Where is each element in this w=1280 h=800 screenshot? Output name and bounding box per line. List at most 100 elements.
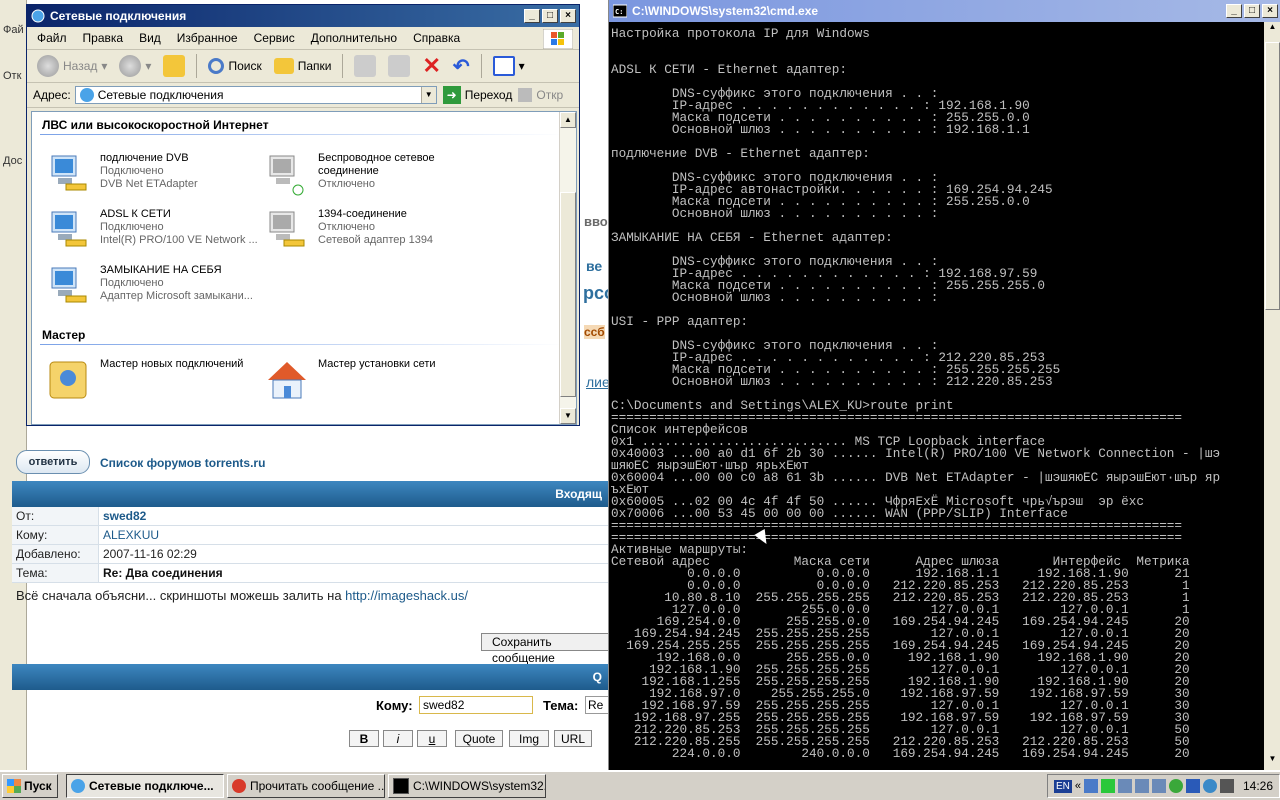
start-button[interactable]: Пуск xyxy=(2,774,58,798)
wizard-name: Мастер новых подключений xyxy=(100,358,244,370)
minimize-button[interactable]: _ xyxy=(1226,4,1242,18)
console-output[interactable]: Настройка протокола IP для Windows ADSL … xyxy=(611,28,1256,766)
connection-name: Беспроводное сетевое соединение xyxy=(318,152,435,177)
explorer-menubar: Файл Правка Вид Избранное Сервис Дополни… xyxy=(27,27,579,50)
message-body-text: Всё сначала объясни... скриншоты можешь … xyxy=(16,588,346,603)
console-icon: C: xyxy=(613,4,627,18)
close-button[interactable]: × xyxy=(1262,4,1278,18)
connection-status: Подключено xyxy=(100,277,164,289)
scroll-thumb[interactable] xyxy=(560,192,576,397)
task-read-message[interactable]: Прочитать сообщение ... xyxy=(227,774,385,798)
move-to-button[interactable] xyxy=(350,53,380,79)
open-label: Откр xyxy=(536,88,564,102)
to-value[interactable]: ALEXKUU xyxy=(98,525,610,545)
from-value[interactable]: swed82 xyxy=(98,507,610,526)
connection-loopback[interactable]: ЗАМЫКАНИЕ НА СЕБЯ Подключено Адаптер Micro… xyxy=(46,264,253,310)
connection-wireless[interactable]: Беспроводное сетевое соединение Отключено xyxy=(264,152,458,198)
group-wizard-heading: Мастер xyxy=(42,328,86,342)
connection-dvb[interactable]: подлючение DVB Подключено DVB Net ETAdapte… xyxy=(46,152,198,198)
tray-icon[interactable] xyxy=(1117,779,1132,793)
network-setup-wizard[interactable]: Мастер установки сети xyxy=(264,358,436,404)
menu-favorites[interactable]: Избранное xyxy=(177,31,238,45)
save-message-button[interactable]: Сохранить сообщение xyxy=(481,633,610,665)
subject-label: Тема: xyxy=(12,563,99,583)
reply-to-input[interactable] xyxy=(419,696,533,714)
tray-icon[interactable] xyxy=(1185,779,1200,793)
cmd-titlebar[interactable]: C: C:\WINDOWS\system32\cmd.exe _ □ × xyxy=(609,0,1280,22)
scroll-up-icon[interactable]: ▲ xyxy=(560,112,576,128)
reply-subject-label: Тема: xyxy=(543,698,579,713)
peek-link[interactable]: лие xyxy=(586,374,610,390)
task-cmd[interactable]: C:\WINDOWS\system32... xyxy=(388,774,546,798)
connection-name: 1394-соединение xyxy=(318,208,407,220)
cmd-title: C:\WINDOWS\system32\cmd.exe xyxy=(632,4,819,18)
url-button[interactable]: URL xyxy=(554,730,592,747)
language-indicator[interactable]: EN xyxy=(1053,779,1072,793)
connection-device: Сетевой адаптер 1394 xyxy=(318,234,434,246)
scroll-down-icon[interactable]: ▼ xyxy=(560,408,576,424)
menu-advanced[interactable]: Дополнительно xyxy=(311,31,397,45)
menu-help[interactable]: Справка xyxy=(413,31,460,45)
img-button[interactable]: Img xyxy=(509,730,549,747)
taskbar: Пуск Сетевые подключе... Прочитать сообщ… xyxy=(0,770,1280,800)
bold-button[interactable]: B xyxy=(349,730,379,747)
menu-edit[interactable]: Правка xyxy=(83,31,124,45)
subject-value: Re: Два соединения xyxy=(98,563,610,583)
tray-icon[interactable] xyxy=(1168,779,1183,793)
cmd-scrollbar[interactable]: ▲ ▼ xyxy=(1264,22,1280,770)
tray-icon[interactable] xyxy=(1219,779,1234,793)
connection-adsl[interactable]: ADSL К СЕТИ Подключено Intel(R) PRO/100 VE… xyxy=(46,208,258,254)
reply-subject-input[interactable]: Re xyxy=(585,696,610,714)
go-button[interactable]: ➜ Переход xyxy=(442,86,512,104)
address-value: Сетевые подключения xyxy=(97,88,224,102)
delete-button[interactable]: ✕ xyxy=(418,51,444,81)
new-connection-wizard[interactable]: Мастер новых подключений xyxy=(46,358,243,404)
tray-icon[interactable] xyxy=(1202,779,1217,793)
connection-1394[interactable]: 1394-соединение Отключено Сетевой адаптер … xyxy=(264,208,433,254)
copy-to-button[interactable] xyxy=(384,53,414,79)
scroll-down-icon[interactable]: ▼ xyxy=(1264,754,1280,770)
tray-icon[interactable] xyxy=(1100,779,1115,793)
tray-icon[interactable] xyxy=(1083,779,1098,793)
reply-button-label: ответить xyxy=(28,456,78,468)
imageshack-link[interactable]: http://imageshack.us/ xyxy=(345,588,468,603)
tray-icon[interactable] xyxy=(1134,779,1149,793)
close-button[interactable]: × xyxy=(560,9,576,23)
tray-icon[interactable] xyxy=(1151,779,1166,793)
menu-tools[interactable]: Сервис xyxy=(254,31,295,45)
views-icon xyxy=(492,56,515,76)
table-row: От: swed82 xyxy=(12,507,610,526)
explorer-scrollbar[interactable]: ▲ ▼ xyxy=(559,112,576,424)
network-icon xyxy=(79,88,94,102)
forum-list-link[interactable]: Список форумов torrents.ru xyxy=(100,456,265,470)
strip-text: Отк xyxy=(3,70,22,82)
folders-button[interactable]: Папки xyxy=(270,56,336,76)
quote-button[interactable]: Quote xyxy=(455,730,503,747)
menu-file[interactable]: Файл xyxy=(37,31,67,45)
forward-button[interactable]: ▾ xyxy=(115,53,155,79)
address-dropdown-icon[interactable]: ▼ xyxy=(420,87,436,103)
incoming-header: Входящ xyxy=(12,481,610,507)
reply-button[interactable]: ответить xyxy=(16,450,90,474)
address-input[interactable]: Сетевые подключения ▼ xyxy=(74,86,437,104)
up-button[interactable] xyxy=(159,53,189,79)
connection-device: DVB Net ETAdapter xyxy=(100,178,198,190)
italic-button[interactable]: i xyxy=(383,730,413,747)
minimize-button[interactable]: _ xyxy=(524,9,540,23)
maximize-button[interactable]: □ xyxy=(1244,4,1260,18)
scroll-thumb[interactable] xyxy=(1265,42,1280,310)
from-label: От: xyxy=(12,507,99,526)
undo-button[interactable]: ↶ xyxy=(449,52,474,81)
open-button[interactable]: Откр xyxy=(518,88,563,102)
search-button[interactable]: Поиск xyxy=(204,56,265,76)
scroll-up-icon[interactable]: ▲ xyxy=(1264,22,1280,38)
maximize-button[interactable]: □ xyxy=(542,9,558,23)
menu-view[interactable]: Вид xyxy=(139,31,161,45)
explorer-titlebar[interactable]: Сетевые подключения _ □ × xyxy=(27,5,579,27)
underline-button[interactable]: u xyxy=(417,730,447,747)
tray-expand-icon[interactable]: « xyxy=(1075,780,1081,792)
task-network-connections[interactable]: Сетевые подключе... xyxy=(66,774,224,798)
back-button[interactable]: Назад ▾ xyxy=(33,53,111,79)
views-button[interactable]: ▾ xyxy=(489,54,529,78)
clock[interactable]: 14:26 xyxy=(1243,779,1273,793)
